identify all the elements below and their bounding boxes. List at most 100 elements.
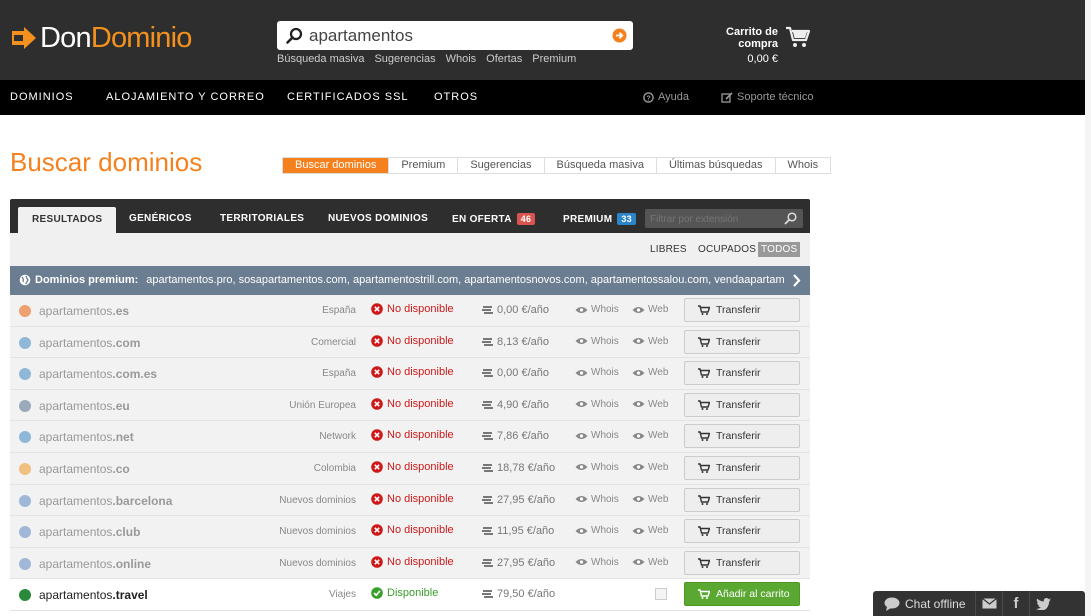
filter-search-icon[interactable] [784, 212, 797, 225]
domain-name[interactable]: apartamentos.co [39, 462, 130, 476]
chat-widget[interactable]: Chat offline f [873, 591, 1085, 616]
web-link[interactable]: Web [632, 399, 668, 410]
whois-link[interactable]: Whois [575, 525, 619, 536]
link-premium[interactable]: Premium [532, 53, 576, 65]
whois-link[interactable]: Whois [575, 494, 619, 505]
domain-extension: .travel [112, 588, 148, 603]
web-link[interactable]: Web [632, 430, 668, 441]
domain-name[interactable]: apartamentos.com.es [39, 367, 157, 381]
web-label: Web [648, 335, 669, 347]
tab-nuevos-dominios[interactable]: NUEVOS DOMINIOS [328, 213, 428, 224]
cart-icon [698, 526, 710, 537]
add-to-cart-button[interactable]: Añadir al carrito [684, 582, 800, 607]
tab-whois[interactable]: Whois [774, 158, 831, 173]
transfer-button[interactable]: Transferir [684, 487, 800, 512]
web-link[interactable]: Web [632, 557, 668, 568]
whois-link[interactable]: Whois [575, 399, 619, 410]
domain-extension: .eu [112, 398, 130, 413]
domain-name[interactable]: apartamentos.es [39, 304, 129, 318]
whois-label: Whois [591, 335, 619, 347]
nav-support[interactable]: Soporte técnico [721, 91, 813, 103]
link-busqueda-masiva[interactable]: Búsqueda masiva [277, 53, 364, 65]
domain-name[interactable]: apartamentos.online [39, 557, 151, 571]
transfer-button[interactable]: Transferir [684, 392, 800, 417]
filter-todos[interactable]: TODOS [758, 242, 801, 257]
domain-price: 27,95 €/año [482, 557, 555, 569]
tab-genericos[interactable]: GENÉRICOS [129, 213, 192, 224]
search-submit-icon[interactable] [612, 28, 627, 43]
tab-buscar-dominios[interactable]: Buscar dominios [283, 158, 389, 173]
select-checkbox[interactable] [655, 588, 667, 601]
web-link[interactable]: Web [632, 367, 668, 378]
facebook-button[interactable]: f [1002, 591, 1029, 616]
domain-search-input[interactable] [309, 24, 599, 47]
link-ofertas[interactable]: Ofertas [486, 53, 522, 65]
domain-price: 7,86 €/año [482, 430, 549, 442]
twitter-button[interactable] [1029, 591, 1056, 616]
cart-icon [698, 431, 710, 442]
whois-label: Whois [591, 556, 619, 568]
transfer-button[interactable]: Transferir [684, 329, 800, 354]
nav-help[interactable]: ? Ayuda [643, 91, 689, 103]
domain-name[interactable]: apartamentos.travel [39, 588, 148, 602]
transfer-button[interactable]: Transferir [684, 550, 800, 575]
whois-link[interactable]: Whois [575, 336, 619, 347]
filter-ocupados[interactable]: OCUPADOS [698, 244, 756, 255]
nav-dominios[interactable]: DOMINIOS [10, 91, 74, 103]
extension-filter-input[interactable] [645, 210, 775, 229]
domain-extension: .net [112, 430, 134, 445]
site-logo[interactable]: DonDominio [10, 22, 192, 54]
web-link[interactable]: Web [632, 304, 668, 315]
availability-status: No disponible [371, 366, 454, 378]
tab-ultimas-busquedas[interactable]: Últimas búsquedas [655, 158, 775, 173]
nav-ssl[interactable]: CERTIFICADOS SSL [287, 91, 409, 103]
domain-name[interactable]: apartamentos.net [39, 430, 134, 444]
domain-name[interactable]: apartamentos.com [39, 336, 140, 350]
domain-extension: .barcelona [112, 493, 173, 508]
domain-name[interactable]: apartamentos.club [39, 525, 140, 539]
domain-name[interactable]: apartamentos.barcelona [39, 494, 172, 508]
whois-link[interactable]: Whois [575, 304, 619, 315]
premium-domains-list[interactable]: apartamentos.pro, sosapartamentos.com, a… [146, 274, 794, 286]
domain-results-list: apartamentos.es España No disponible 0,00 €… [10, 295, 810, 611]
tab-sugerencias[interactable]: Sugerencias [457, 158, 543, 173]
web-link[interactable]: Web [632, 336, 668, 347]
web-link[interactable]: Web [632, 494, 668, 505]
transfer-button[interactable]: Transferir [684, 298, 800, 322]
cart-icon[interactable] [785, 26, 811, 48]
domain-name[interactable]: apartamentos.eu [39, 399, 130, 413]
tab-premium[interactable]: Premium [388, 158, 457, 173]
premium-next-button[interactable] [784, 266, 810, 295]
transfer-button[interactable]: Transferir [684, 519, 800, 544]
tab-busqueda-masiva[interactable]: Búsqueda masiva [543, 158, 656, 173]
nav-otros[interactable]: OTROS [434, 91, 478, 103]
whois-link[interactable]: Whois [575, 557, 619, 568]
tab-territoriales[interactable]: TERRITORIALES [220, 213, 304, 224]
email-button[interactable] [975, 591, 1002, 616]
whois-link[interactable]: Whois [575, 462, 619, 473]
transfer-button[interactable]: Transferir [684, 424, 800, 449]
tab-resultados[interactable]: RESULTADOS [18, 207, 117, 233]
whois-link[interactable]: Whois [575, 367, 619, 378]
web-label: Web [648, 493, 669, 505]
link-sugerencias[interactable]: Sugerencias [374, 53, 435, 65]
coins-icon [482, 432, 493, 441]
price-label: 0,00 €/año [497, 367, 549, 380]
extension-icon [19, 399, 31, 412]
transfer-label: Transferir [716, 525, 761, 538]
transfer-label: Transferir [716, 493, 761, 506]
web-label: Web [648, 461, 669, 473]
web-link[interactable]: Web [632, 462, 668, 473]
tab-premium-results[interactable]: PREMIUM 33 [563, 213, 636, 225]
transfer-button[interactable]: Transferir [684, 361, 800, 386]
transfer-button[interactable]: Transferir [684, 455, 800, 480]
whois-link[interactable]: Whois [575, 430, 619, 441]
nav-alojamiento[interactable]: ALOJAMIENTO Y CORREO [106, 91, 265, 103]
web-link[interactable]: Web [632, 525, 668, 536]
cart-summary[interactable]: Carrito de compra 0,00 € [688, 26, 778, 65]
filter-libres[interactable]: LIBRES [650, 244, 687, 255]
link-whois[interactable]: Whois [446, 53, 477, 65]
domain-base: apartamentos [39, 398, 113, 413]
page-scrollbar[interactable] [1085, 0, 1091, 616]
tab-en-oferta[interactable]: EN OFERTA 46 [452, 213, 536, 225]
